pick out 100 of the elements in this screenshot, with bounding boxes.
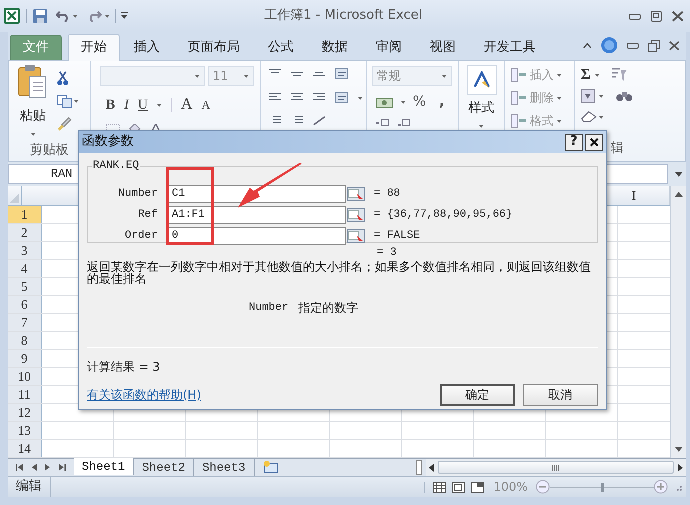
maximize-icon[interactable] xyxy=(651,10,662,22)
ribbon-tab[interactable]: 开始 xyxy=(68,34,120,61)
row-header[interactable]: 3 xyxy=(8,242,42,259)
help-button[interactable]: ? xyxy=(565,134,583,150)
caret-icon[interactable] xyxy=(442,74,447,78)
close-button[interactable] xyxy=(585,134,603,150)
argument-field[interactable]: C1 xyxy=(168,185,346,203)
excel-logo-icon[interactable] xyxy=(4,8,20,24)
bold-button[interactable]: B xyxy=(106,94,116,116)
caret-icon[interactable] xyxy=(358,96,363,100)
caret-icon[interactable] xyxy=(244,74,249,78)
styles-button[interactable]: 样式 xyxy=(466,65,496,128)
zoom-in-icon[interactable] xyxy=(654,480,668,494)
eraser-icon[interactable] xyxy=(581,111,597,123)
insert-cells-icon[interactable] xyxy=(511,68,527,82)
collapse-dialog-icon[interactable] xyxy=(347,187,365,201)
format-cells-icon[interactable] xyxy=(511,114,527,128)
ribbon-tab[interactable]: 页面布局 xyxy=(174,35,254,60)
paste-button[interactable]: 粘贴 xyxy=(15,65,51,141)
row-header[interactable]: 13 xyxy=(8,422,42,439)
scroll-right-icon[interactable] xyxy=(678,464,683,472)
vertical-scrollbar[interactable] xyxy=(670,186,686,458)
merge-cells-icon[interactable] xyxy=(335,91,350,105)
sort-filter-icon[interactable] xyxy=(610,68,628,82)
caret-icon[interactable] xyxy=(557,74,562,76)
shrink-font-button[interactable]: A xyxy=(202,96,210,114)
collapse-dialog-icon[interactable] xyxy=(347,208,365,222)
row-header[interactable]: 11 xyxy=(8,386,42,403)
ribbon-tab[interactable]: 公式 xyxy=(254,35,308,60)
sheet-tab[interactable]: Sheet1 xyxy=(74,458,134,475)
brush-icon[interactable] xyxy=(57,117,72,132)
row-header[interactable]: 8 xyxy=(8,332,42,349)
comma-style-button[interactable]: , xyxy=(439,92,445,113)
row-header[interactable]: 1 xyxy=(8,206,42,223)
scroll-down-icon[interactable] xyxy=(674,447,682,452)
caret-icon[interactable] xyxy=(401,101,406,104)
row-header[interactable]: 9 xyxy=(8,350,42,367)
normal-view-icon[interactable] xyxy=(432,482,446,492)
caret-icon[interactable] xyxy=(30,132,36,136)
caret-icon[interactable] xyxy=(557,120,562,122)
restore-icon[interactable] xyxy=(648,40,660,52)
zoom-slider[interactable] xyxy=(550,482,654,492)
tab-split-handle[interactable] xyxy=(416,460,422,475)
copy-icon[interactable] xyxy=(57,95,72,108)
row-header[interactable]: 6 xyxy=(8,296,42,313)
undo-icon[interactable] xyxy=(56,10,70,22)
styles-icon[interactable] xyxy=(472,71,490,89)
underline-button[interactable]: U xyxy=(138,94,148,116)
save-icon[interactable] xyxy=(33,8,48,24)
ribbon-tab[interactable]: 审阅 xyxy=(362,35,416,60)
caret-icon[interactable] xyxy=(157,104,162,106)
next-sheet-icon[interactable] xyxy=(45,464,50,471)
ribbon-tab[interactable]: 视图 xyxy=(416,35,470,60)
row-header[interactable]: 10 xyxy=(8,368,42,385)
customize-toolbar-icon[interactable] xyxy=(121,12,128,20)
scroll-left-icon[interactable] xyxy=(429,464,434,472)
ok-button[interactable]: 确定 xyxy=(440,384,515,406)
row-header[interactable]: 7 xyxy=(8,314,42,331)
page-layout-view-icon[interactable] xyxy=(452,482,465,492)
increase-decimal-icon[interactable] xyxy=(376,119,390,127)
scissors-icon[interactable] xyxy=(57,71,69,86)
collapse-ribbon-icon[interactable] xyxy=(583,42,592,48)
wrap-text-icon[interactable] xyxy=(335,67,350,81)
scroll-up-icon[interactable] xyxy=(674,192,682,197)
binoculars-icon[interactable] xyxy=(616,89,634,103)
row-header[interactable]: 5 xyxy=(8,278,42,295)
row-header[interactable]: 2 xyxy=(8,224,42,241)
minimize-icon[interactable] xyxy=(629,12,641,20)
caret-icon[interactable] xyxy=(599,116,604,118)
zoom-slider-thumb[interactable] xyxy=(600,482,604,492)
caret-icon[interactable] xyxy=(195,74,200,78)
caret-icon[interactable] xyxy=(594,74,600,76)
caret-icon[interactable] xyxy=(74,100,79,103)
caret-icon[interactable] xyxy=(105,14,110,18)
row-header[interactable]: 4 xyxy=(8,260,42,277)
row-header[interactable]: 12 xyxy=(8,404,42,421)
caret-icon[interactable] xyxy=(73,14,78,18)
row-header[interactable]: 14 xyxy=(8,440,42,457)
ribbon-tab[interactable]: 插入 xyxy=(120,35,174,60)
new-sheet-icon[interactable] xyxy=(262,461,279,474)
page-break-view-icon[interactable] xyxy=(470,482,484,492)
autosum-button[interactable]: Σ xyxy=(581,64,591,86)
italic-button[interactable]: I xyxy=(124,94,130,116)
argument-field[interactable]: 0 xyxy=(168,227,346,245)
ribbon-tab[interactable]: 开发工具 xyxy=(470,35,550,60)
currency-icon[interactable] xyxy=(376,96,394,110)
close-icon[interactable] xyxy=(672,10,684,22)
fill-icon[interactable] xyxy=(581,89,595,103)
minimize-icon[interactable] xyxy=(627,42,639,49)
close-icon[interactable] xyxy=(590,138,598,146)
clipboard-icon[interactable] xyxy=(18,65,48,99)
caret-icon[interactable] xyxy=(557,96,562,100)
caret-icon[interactable] xyxy=(479,124,484,128)
help-icon[interactable] xyxy=(601,37,618,54)
help-link[interactable]: 有关该函数的帮助(H) xyxy=(87,386,432,404)
argument-field[interactable]: A1:F1 xyxy=(168,206,346,224)
horizontal-scrollbar[interactable] xyxy=(426,459,686,476)
last-sheet-icon[interactable] xyxy=(58,464,66,471)
percent-button[interactable]: % xyxy=(413,92,426,113)
caret-icon[interactable] xyxy=(599,94,604,98)
